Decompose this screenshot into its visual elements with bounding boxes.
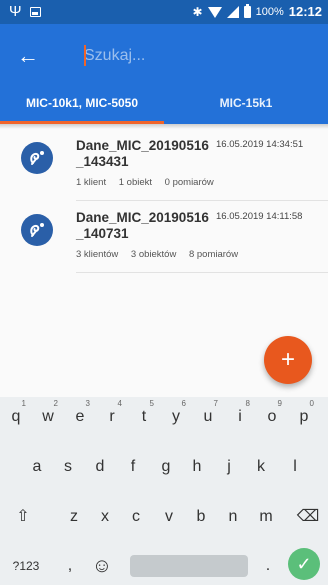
list-divider [76,200,328,201]
key-y[interactable]: y6 [160,397,192,437]
key-f[interactable]: f [117,447,149,487]
key-r[interactable]: r4 [96,397,128,437]
symbols-key[interactable]: ?123 [6,546,46,585]
status-bar: Ψ ✱ 100% 12:12 [0,0,328,24]
key-b[interactable]: b [185,497,217,537]
key-w[interactable]: w2 [32,397,64,437]
key-u[interactable]: u7 [192,397,224,437]
list-divider [76,272,328,273]
key-l[interactable]: l [279,447,311,487]
key-x[interactable]: x [89,497,121,537]
meter-file-icon [21,142,53,174]
client-count: 3 klientów [76,249,119,260]
key-m[interactable]: m [250,497,282,537]
image-notification-icon [29,6,41,17]
key-t[interactable]: t5 [128,397,160,437]
enter-check-icon[interactable]: ✓ [288,548,320,580]
signal-icon [226,5,239,18]
battery-level: 100% [255,5,284,18]
list-item[interactable]: Dane_MIC_20190516_143431 16.05.2019 14:3… [0,134,328,206]
file-name: Dane_MIC_20190516_143431 [76,138,209,169]
text-cursor [84,45,86,66]
key-n[interactable]: n [217,497,249,537]
clock: 12:12 [288,4,322,19]
key-i[interactable]: i8 [224,397,256,437]
file-date: 16.05.2019 14:34:51 [216,139,304,150]
emoji-key-icon[interactable]: ☺ [86,546,118,585]
key-p[interactable]: p0 [288,397,320,437]
file-date: 16.05.2019 14:11:58 [216,211,303,222]
battery-icon [243,3,251,18]
soft-keyboard: q1 w2 e3 r4 t5 y6 u7 i8 o9 p0 a s d f g … [0,397,328,585]
object-count: 3 obiektów [130,249,177,260]
key-d[interactable]: d [84,447,116,487]
bluetooth-icon: ✱ [192,4,203,19]
key-j[interactable]: j [213,447,245,487]
key-g[interactable]: g [150,447,182,487]
device-tabs: MIC-10k1, MIC-5050 MIC-15k1 [0,88,328,124]
list-item[interactable]: Dane_MIC_20190516_140731 16.05.2019 14:1… [0,206,328,278]
key-s[interactable]: s [52,447,84,487]
shift-key-icon[interactable]: ⇧ [7,497,39,537]
file-summary: 1 klient 1 obiekt 0 pomiarów [76,177,224,188]
key-c[interactable]: c [120,497,152,537]
usb-icon: Ψ [9,3,22,20]
tab-mic-10k1-mic-5050[interactable]: MIC-10k1, MIC-5050 [0,88,164,124]
key-z[interactable]: z [58,497,90,537]
key-e[interactable]: e3 [64,397,96,437]
file-summary: 3 klientów 3 obiektów 8 pomiarów [76,249,248,260]
client-count: 1 klient [76,177,107,188]
key-k[interactable]: k [245,447,277,487]
tabs-shadow [0,124,328,129]
back-arrow-icon[interactable]: ← [14,42,42,70]
key-o[interactable]: o9 [256,397,288,437]
key-a[interactable]: a [21,447,53,487]
tab-mic-15k1[interactable]: MIC-15k1 [164,88,328,124]
search-input[interactable] [84,44,314,68]
key-q[interactable]: q1 [0,397,32,437]
space-bar[interactable] [130,555,248,577]
add-button[interactable]: + [264,336,312,384]
comma-key[interactable]: , [54,546,86,585]
measurement-count: 0 pomiarów [164,177,214,188]
key-h[interactable]: h [181,447,213,487]
key-v[interactable]: v [153,497,185,537]
measurement-count: 8 pomiarów [188,249,239,260]
wifi-icon [207,7,222,18]
backspace-key-icon[interactable]: ⌫ [292,497,324,537]
object-count: 1 obiekt [118,177,153,188]
app-bar: ← [0,24,328,88]
period-key[interactable]: . [252,546,284,585]
file-name: Dane_MIC_20190516_140731 [76,210,209,241]
meter-file-icon [21,214,53,246]
